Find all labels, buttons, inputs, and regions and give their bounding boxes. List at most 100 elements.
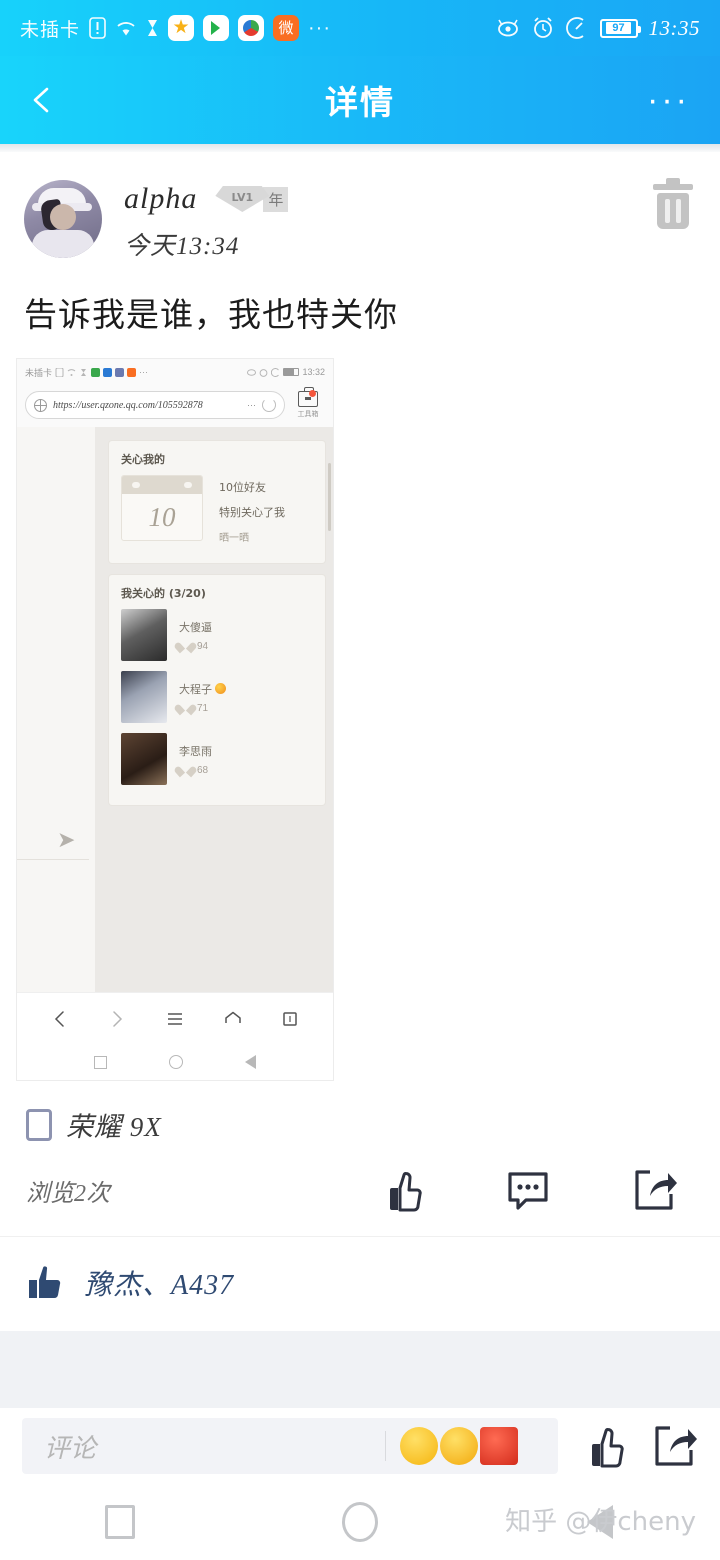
screenshot-wifi-icon bbox=[67, 368, 76, 377]
comment-placeholder: 评论 bbox=[44, 1433, 97, 1463]
eye-icon bbox=[495, 18, 521, 38]
share-button[interactable] bbox=[630, 1166, 678, 1214]
username-row: alpha LV1 年 bbox=[124, 182, 303, 216]
level-suffix: 年 bbox=[263, 186, 289, 212]
status-overflow-dots: ··· bbox=[308, 16, 331, 39]
list-item[interactable]: 李思雨 68 bbox=[121, 733, 313, 785]
home-button[interactable] bbox=[240, 1502, 480, 1542]
screenshot-system-nav bbox=[17, 1044, 333, 1080]
recent-apps-button[interactable] bbox=[0, 1505, 240, 1539]
sim-alert-icon bbox=[89, 17, 106, 39]
friend-name: 大傻逼 bbox=[179, 620, 212, 634]
refresh-icon[interactable] bbox=[262, 398, 276, 412]
level-badge: LV1 年 bbox=[215, 184, 303, 214]
emoji-grin-icon bbox=[400, 1427, 438, 1465]
more-options-button[interactable]: ··· bbox=[647, 82, 690, 117]
browser-menu-icon[interactable] bbox=[165, 1009, 185, 1029]
orange-emoji-icon bbox=[215, 683, 226, 694]
screenshot-browser-nav bbox=[17, 992, 333, 1044]
browser-home-icon[interactable] bbox=[223, 1009, 243, 1029]
comment-bar: 评论 bbox=[0, 1408, 720, 1484]
level-label: LV1 bbox=[231, 191, 254, 204]
post-detail-content: alpha LV1 年 今天13:34 告诉我是谁，我也特关你 未插卡 ··· … bbox=[0, 152, 720, 1474]
post-image-screenshot[interactable]: 未插卡 ··· 13:32 https://user.qzone.qq.com/… bbox=[16, 358, 334, 1081]
url-text: https://user.qzone.qq.com/105592878 bbox=[53, 399, 203, 411]
screenshot-app-icon-2 bbox=[103, 367, 113, 377]
comment-input-wrap[interactable]: 评论 bbox=[22, 1418, 558, 1474]
friend-name: 大程子 bbox=[179, 682, 212, 696]
carrier-label: 未插卡 bbox=[20, 18, 81, 41]
heart-icon bbox=[179, 641, 192, 652]
browser-tabs-icon[interactable] bbox=[280, 1009, 300, 1029]
globe-icon bbox=[34, 398, 47, 412]
scrollbar[interactable] bbox=[328, 463, 331, 531]
browser-forward-icon[interactable] bbox=[107, 1009, 127, 1029]
screenshot-back-icon bbox=[245, 1055, 256, 1069]
battery-percent: 97 bbox=[606, 22, 631, 34]
likes-row: 豫杰、A437 bbox=[0, 1237, 720, 1331]
care-line-3[interactable]: 晒一晒 bbox=[219, 529, 285, 544]
screenshot-eye-icon bbox=[247, 368, 257, 377]
app-header: 详情 ··· bbox=[0, 56, 720, 144]
toolbox-button[interactable]: 工具箱 bbox=[291, 387, 325, 419]
list-item[interactable]: 大程子 71 bbox=[121, 671, 313, 723]
post-text: 告诉我是谁，我也特关你 bbox=[24, 295, 398, 334]
square-icon bbox=[105, 1505, 135, 1539]
screenshot-app-icon-4 bbox=[127, 367, 137, 377]
care-about-me-card: 关心我的 10 10位好友 特别关心了我 晒一晒 bbox=[109, 441, 325, 563]
input-divider bbox=[385, 1431, 386, 1461]
circle-icon bbox=[342, 1502, 378, 1542]
app-icon-player bbox=[203, 15, 230, 41]
username[interactable]: alpha bbox=[124, 182, 197, 216]
device-row: 荣耀 9X bbox=[0, 1081, 720, 1144]
friend-avatar bbox=[121, 671, 167, 723]
thumbs-up-filled-icon bbox=[29, 1266, 61, 1299]
emoji-picker-button[interactable] bbox=[400, 1427, 536, 1465]
screenshot-left-gutter: ➤ bbox=[17, 427, 95, 992]
watermark: 知乎 @伊cheny bbox=[505, 1507, 696, 1537]
toolbox-badge-dot bbox=[309, 390, 316, 397]
comment-bar-share-button[interactable] bbox=[650, 1422, 698, 1470]
care-count-tile: 10 bbox=[121, 475, 203, 541]
phone-screen: 未插卡 ··· bbox=[0, 0, 720, 1560]
friend-likes: 94 bbox=[197, 640, 209, 652]
screenshot-time: 13:32 bbox=[302, 367, 325, 377]
status-bar-right: 97 13:35 bbox=[495, 16, 701, 41]
like-user-names[interactable]: 豫杰、A437 bbox=[84, 1263, 234, 1303]
heart-icon bbox=[179, 765, 192, 776]
screenshot-url-bar: https://user.qzone.qq.com/105592878 ··· … bbox=[17, 385, 333, 427]
browser-back-icon[interactable] bbox=[50, 1009, 70, 1029]
speed-icon bbox=[565, 17, 589, 39]
app-icon-weibo bbox=[273, 15, 300, 41]
screenshot-page-body: ➤ 关心我的 10 10位好友 特别关心了我 晒一晒 我关心的 (3/20) 大… bbox=[17, 427, 333, 992]
care-count: 10 bbox=[148, 502, 176, 532]
toolbox-icon bbox=[298, 387, 318, 407]
screenshot-status-bar: 未插卡 ··· 13:32 bbox=[17, 359, 333, 385]
toolbox-label: 工具箱 bbox=[297, 411, 319, 418]
battery-icon: 97 bbox=[599, 18, 641, 38]
screenshot-carrier: 未插卡 bbox=[25, 367, 53, 378]
care-text-block: 10位好友 特别关心了我 晒一晒 bbox=[219, 475, 285, 553]
heart-icon bbox=[179, 703, 192, 714]
post-author-row: alpha LV1 年 今天13:34 bbox=[0, 152, 720, 262]
author-info: alpha LV1 年 今天13:34 bbox=[124, 180, 303, 262]
like-button[interactable] bbox=[378, 1166, 426, 1214]
screenshot-alarm-icon bbox=[259, 368, 268, 377]
avatar[interactable] bbox=[24, 180, 102, 258]
care-line-1: 10位好友 bbox=[219, 481, 266, 494]
comment-bar-like-button[interactable] bbox=[580, 1422, 628, 1470]
wifi-icon bbox=[115, 19, 137, 37]
friend-likes: 68 bbox=[197, 764, 209, 776]
list-item[interactable]: 大傻逼 94 bbox=[121, 609, 313, 661]
diamond-icon: LV1 bbox=[215, 186, 270, 212]
care-line-2: 特别关心了我 bbox=[219, 506, 285, 519]
comment-button[interactable] bbox=[504, 1166, 552, 1214]
page-title: 详情 bbox=[325, 83, 395, 122]
back-button[interactable] bbox=[0, 85, 84, 115]
friend-name: 李思雨 bbox=[179, 744, 212, 758]
delete-post-button[interactable] bbox=[652, 178, 694, 230]
friend-avatar bbox=[121, 609, 167, 661]
my-care-title: 我关心的 (3/20) bbox=[121, 587, 206, 600]
forward-arrow-icon: ➤ bbox=[57, 827, 76, 852]
url-field[interactable]: https://user.qzone.qq.com/105592878 ··· bbox=[25, 391, 285, 419]
